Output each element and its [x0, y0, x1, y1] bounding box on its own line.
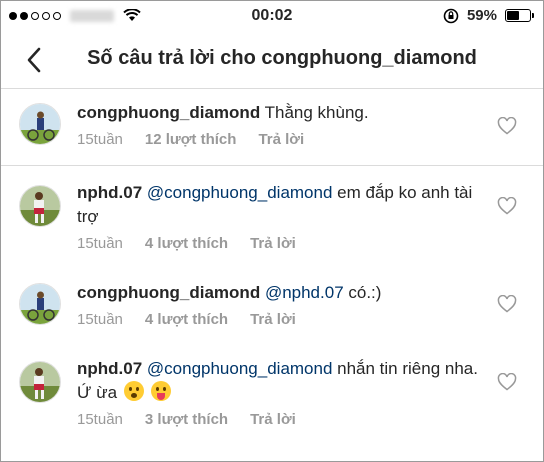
- comment-meta: 15tuần 4 lượt thích Trả lời: [77, 311, 483, 328]
- heart-icon[interactable]: [497, 295, 517, 313]
- comment-username[interactable]: nphd.07: [77, 359, 142, 378]
- comment-likes[interactable]: 4 lượt thích: [145, 311, 228, 328]
- reply-button[interactable]: Trả lời: [258, 131, 304, 148]
- comment-username[interactable]: congphuong_diamond: [77, 283, 260, 302]
- rotation-lock-icon: [443, 8, 459, 23]
- page-title: Số câu trả lời cho congphuong_diamond: [87, 47, 477, 69]
- comment-text: congphuong_diamond @nphd.07 có.:): [77, 281, 483, 305]
- app-frame: 00:02 59% Số câu trả lời cho congphuong_…: [0, 0, 544, 462]
- nav-header: Số câu trả lời cho congphuong_diamond: [1, 33, 543, 89]
- comment-body: nphd.07 @congphuong_diamond nhắn tin riê…: [77, 357, 483, 428]
- comment-body: nphd.07 @congphuong_diamond em đắp ko an…: [77, 181, 483, 252]
- comment-meta: 15tuần 12 lượt thích Trả lời: [77, 131, 483, 148]
- comment-body: congphuong_diamond @nphd.07 có.:) 15tuần…: [77, 281, 483, 328]
- comment-username[interactable]: congphuong_diamond: [77, 103, 260, 122]
- status-bar: 00:02 59%: [1, 1, 543, 31]
- comment-mention[interactable]: @congphuong_diamond: [147, 183, 333, 202]
- reply-button[interactable]: Trả lời: [250, 311, 296, 328]
- comment-likes[interactable]: 3 lượt thích: [145, 411, 228, 428]
- comment-username[interactable]: nphd.07: [77, 183, 142, 202]
- comment-message: Thằng khùng.: [260, 103, 369, 122]
- avatar[interactable]: [19, 361, 61, 403]
- heart-icon[interactable]: [497, 197, 517, 215]
- reply-button[interactable]: Trả lời: [250, 411, 296, 428]
- hushed-face-emoji: [123, 381, 144, 401]
- comment-body: congphuong_diamond Thằng khùng. 15tuần 1…: [77, 101, 483, 148]
- comment-age: 15tuần: [77, 235, 123, 252]
- comment-meta: 15tuần 4 lượt thích Trả lời: [77, 235, 483, 252]
- comment-age: 15tuần: [77, 411, 123, 428]
- comment-likes[interactable]: 12 lượt thích: [145, 131, 237, 148]
- reply-button[interactable]: Trả lời: [250, 235, 296, 252]
- comment-age: 15tuần: [77, 311, 123, 328]
- avatar[interactable]: [19, 185, 61, 227]
- battery-icon: [505, 9, 534, 22]
- comment-likes[interactable]: 4 lượt thích: [145, 235, 228, 252]
- comment-mention[interactable]: @nphd.07: [265, 283, 344, 302]
- comment-text: nphd.07 @congphuong_diamond nhắn tin riê…: [77, 357, 483, 405]
- tongue-face-emoji: [150, 381, 171, 401]
- avatar[interactable]: [19, 103, 61, 145]
- battery-percent: 59%: [466, 7, 497, 24]
- heart-icon[interactable]: [497, 373, 517, 391]
- status-right: 59%: [443, 7, 534, 24]
- comment-meta: 15tuần 3 lượt thích Trả lời: [77, 411, 483, 428]
- comment-text: nphd.07 @congphuong_diamond em đắp ko an…: [77, 181, 483, 229]
- comment-age: 15tuần: [77, 131, 123, 148]
- avatar[interactable]: [19, 283, 61, 325]
- comment-text: congphuong_diamond Thằng khùng.: [77, 101, 483, 125]
- heart-icon[interactable]: [497, 117, 517, 135]
- comment-mention[interactable]: @congphuong_diamond: [147, 359, 333, 378]
- comment-message: có.:): [343, 283, 382, 302]
- divider: [1, 165, 543, 166]
